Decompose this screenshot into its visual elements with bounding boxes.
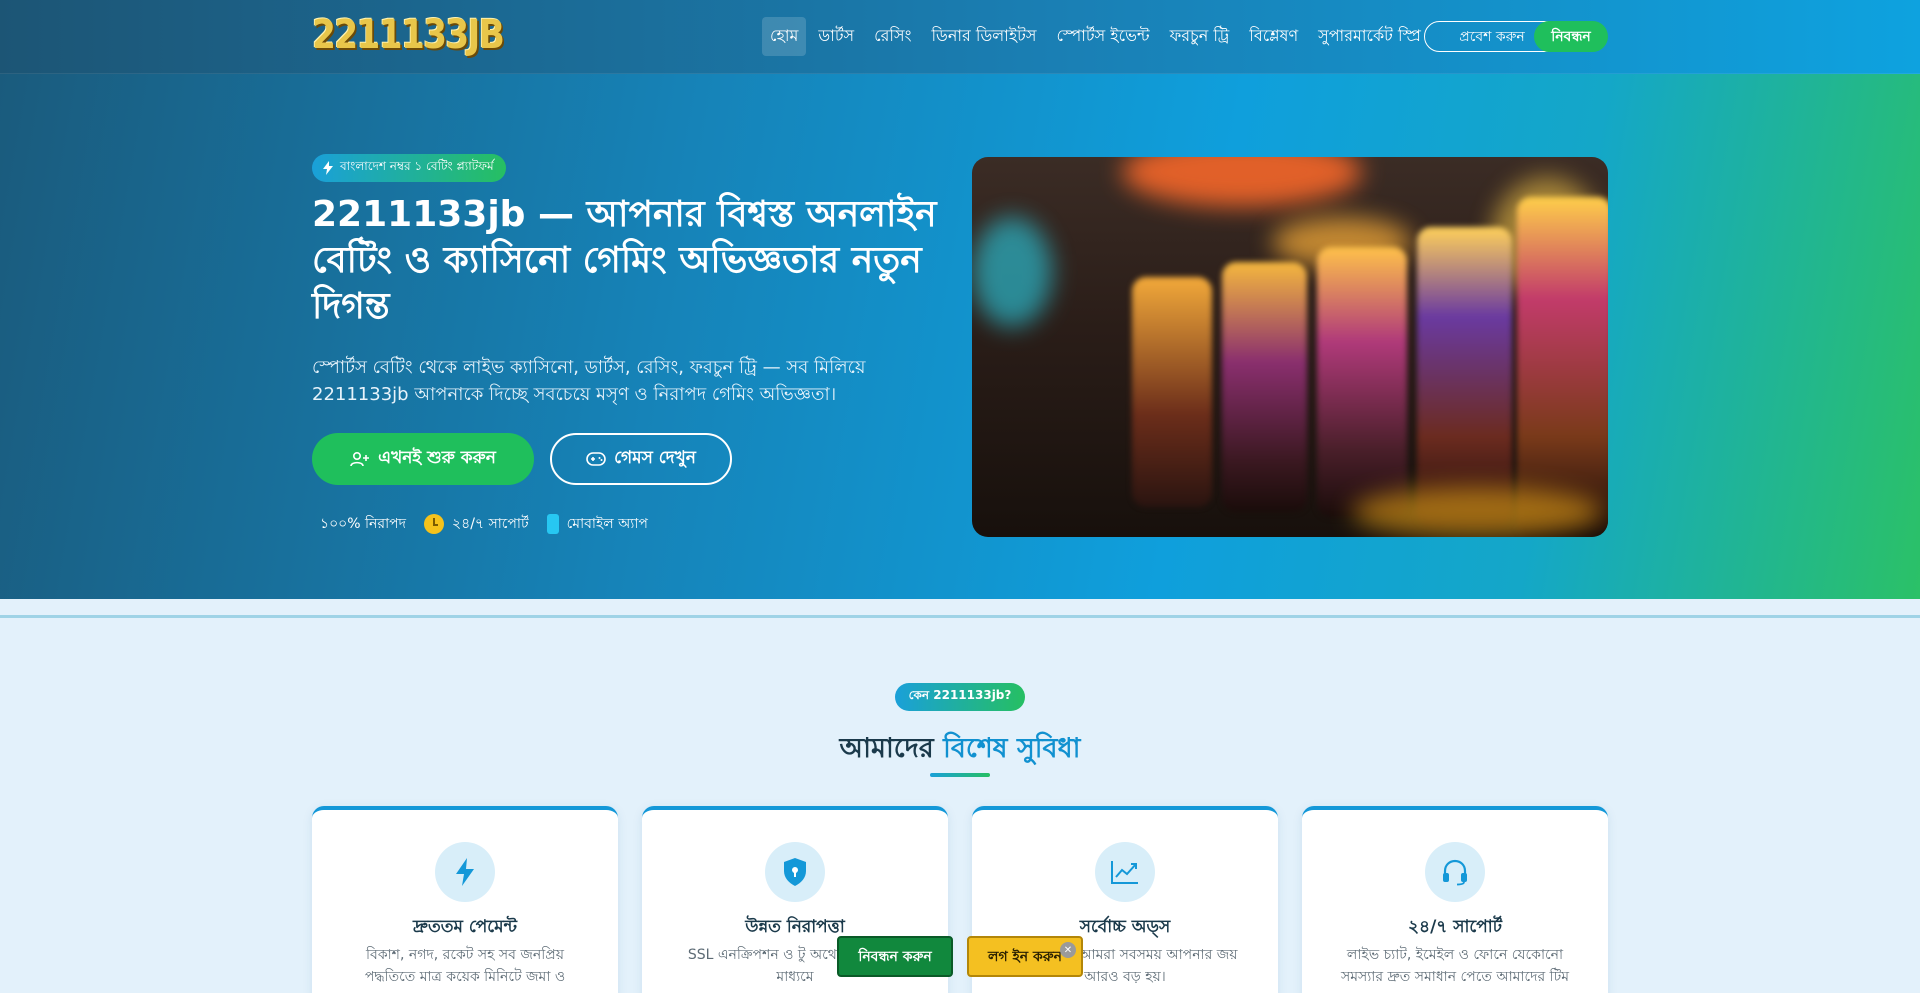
lightning-icon bbox=[435, 842, 495, 902]
clock-icon bbox=[424, 514, 445, 534]
feature-card-title: ২৪/৭ সাপোর্ট bbox=[1408, 917, 1502, 937]
trust-mobile-label: মোবাইল অ্যাপ bbox=[566, 516, 648, 532]
nav-item-sports-events[interactable]: স্পোর্টস ইভেন্ট bbox=[1048, 17, 1157, 56]
section-pill: কেন 2211133jb? bbox=[895, 683, 1025, 711]
trust-support: ২৪/৭ সাপোর্ট bbox=[424, 512, 529, 536]
nav-item-analysis[interactable]: বিশ্লেষণ bbox=[1241, 17, 1306, 56]
section-divider bbox=[0, 615, 1920, 618]
hero-subtitle: স্পোর্টস বেটিং থেকে লাইভ ক্যাসিনো, ডার্ট… bbox=[312, 357, 866, 405]
hero-badge: বাংলাদেশ নম্বর ১ বেটিং প্ল্যাটফর্ম bbox=[312, 154, 506, 182]
lightning-icon bbox=[323, 161, 333, 175]
view-games-label: গেমস দেখুন bbox=[614, 448, 696, 468]
feature-card-payment: দ্রুততম পেমেন্ট বিকাশ, নগদ, রকেট সহ সব জ… bbox=[312, 806, 618, 993]
view-games-button[interactable]: গেমস দেখুন bbox=[550, 433, 732, 485]
main-nav: হোম ডার্টস রেসিং ডিনার ডিলাইটস স্পোর্টস … bbox=[762, 16, 1433, 56]
trust-secure: ১০০% নিরাপদ bbox=[320, 512, 406, 536]
feature-card-title: দ্রুততম পেমেন্ট bbox=[413, 917, 517, 937]
casino-slot-machines-image bbox=[972, 157, 1608, 537]
features-title-highlight: বিশেষ সুবিধা bbox=[943, 733, 1081, 764]
chart-icon bbox=[1095, 842, 1155, 902]
floating-register-button[interactable]: নিবন্ধন করুন bbox=[837, 936, 953, 977]
headset-icon bbox=[1425, 842, 1485, 902]
nav-item-racing[interactable]: রেসিং bbox=[866, 17, 919, 56]
header-register-button[interactable]: নিবন্ধন bbox=[1534, 21, 1608, 52]
start-now-label: এখনই শুরু করুন bbox=[378, 448, 496, 468]
feature-card-desc: বিকাশ, নগদ, রকেট সহ সব জনপ্রিয় পদ্ধতিতে… bbox=[364, 947, 566, 985]
hero-title: 2211133jb — আপনার বিশ্বস্ত অনলাইন বেটিং … bbox=[312, 194, 937, 327]
title-underline bbox=[930, 773, 990, 777]
hero-badge-label: বাংলাদেশ নম্বর ১ বেটিং প্ল্যাটফর্ম bbox=[340, 159, 494, 173]
nav-item-dinner-delights[interactable]: ডিনার ডিলাইটস bbox=[923, 17, 1044, 56]
trust-indicators: ১০০% নিরাপদ ২৪/৭ সাপোর্ট মোবাইল অ্যাপ bbox=[320, 512, 648, 536]
nav-item-home[interactable]: হোম bbox=[762, 16, 807, 56]
nav-item-supermarket-spree[interactable]: সুপারমার্কেট স্প্রি bbox=[1310, 17, 1429, 56]
trust-support-label: ২৪/৭ সাপোর্ট bbox=[452, 516, 529, 532]
features-title: আমাদের বিশেষ সুবিধা bbox=[0, 728, 1920, 773]
site-header: 2211133JB হোম ডার্টস রেসিং ডিনার ডিলাইটস… bbox=[0, 0, 1920, 74]
hero-section: বাংলাদেশ নম্বর ১ বেটিং প্ল্যাটফর্ম 22111… bbox=[0, 74, 1920, 599]
nav-item-fortune-tree[interactable]: ফরচুন ট্রি bbox=[1162, 17, 1238, 56]
mobile-icon bbox=[546, 514, 559, 534]
gamepad-icon bbox=[586, 452, 606, 466]
site-logo[interactable]: 2211133JB bbox=[312, 12, 505, 58]
trust-secure-label: ১০০% নিরাপদ bbox=[320, 516, 407, 532]
close-icon[interactable]: ✕ bbox=[1060, 942, 1076, 958]
features-title-plain: আমাদের bbox=[839, 733, 934, 764]
nav-item-darts[interactable]: ডার্টস bbox=[810, 17, 862, 56]
start-now-button[interactable]: এখনই শুরু করুন bbox=[312, 433, 534, 485]
shield-icon bbox=[765, 842, 825, 902]
feature-card-desc: লাইভ চ্যাট, ইমেইল ও ফোনে যেকোনো সমস্যার … bbox=[1340, 947, 1570, 985]
feature-card-support: ২৪/৭ সাপোর্ট লাইভ চ্যাট, ইমেইল ও ফোনে যে… bbox=[1302, 806, 1608, 993]
user-plus-icon bbox=[350, 451, 370, 467]
trust-mobile: মোবাইল অ্যাপ bbox=[546, 512, 648, 536]
